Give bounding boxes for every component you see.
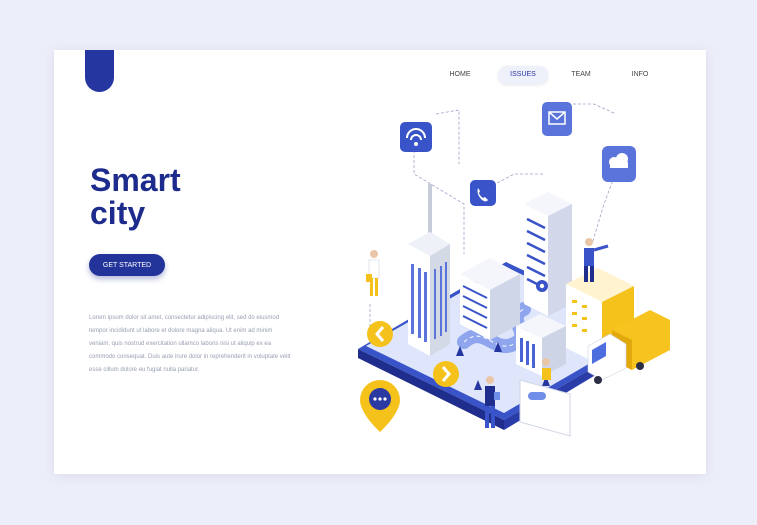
nav-item-team[interactable]: TEAM [560,66,602,84]
get-started-button[interactable]: GET STARTED [89,254,165,276]
nav-item-home[interactable]: HOME [438,66,482,84]
page-title-line-2: city [90,195,146,231]
landing-page: HOME ISSUES TEAM INFO Smart city GET STA… [54,50,706,474]
nav-item-issues[interactable]: ISSUES [498,66,548,84]
page-title-line-1: Smart [90,162,181,198]
smart-city-illustration [358,102,670,437]
nav-item-info[interactable]: INFO [620,66,660,84]
hero-description: Lorem ipsum dolor sit amet, consectetur … [89,315,291,373]
low-building [516,314,566,376]
office-block [460,258,520,340]
page-title: Smart city [90,164,181,230]
top-nav: HOME ISSUES TEAM INFO [54,66,706,84]
cloud-icon [602,146,636,182]
person-sitting [542,358,551,380]
chevron-left-icon [367,321,393,347]
map-pin-icon [360,380,400,432]
person-walking [366,250,380,296]
mail-icon [542,102,572,136]
gear-icon [536,280,548,292]
chevron-right-icon [433,361,459,387]
phone-icon [470,180,496,206]
wifi-icon [400,122,432,152]
tall-tower [524,192,572,316]
skyscraper [408,184,450,356]
